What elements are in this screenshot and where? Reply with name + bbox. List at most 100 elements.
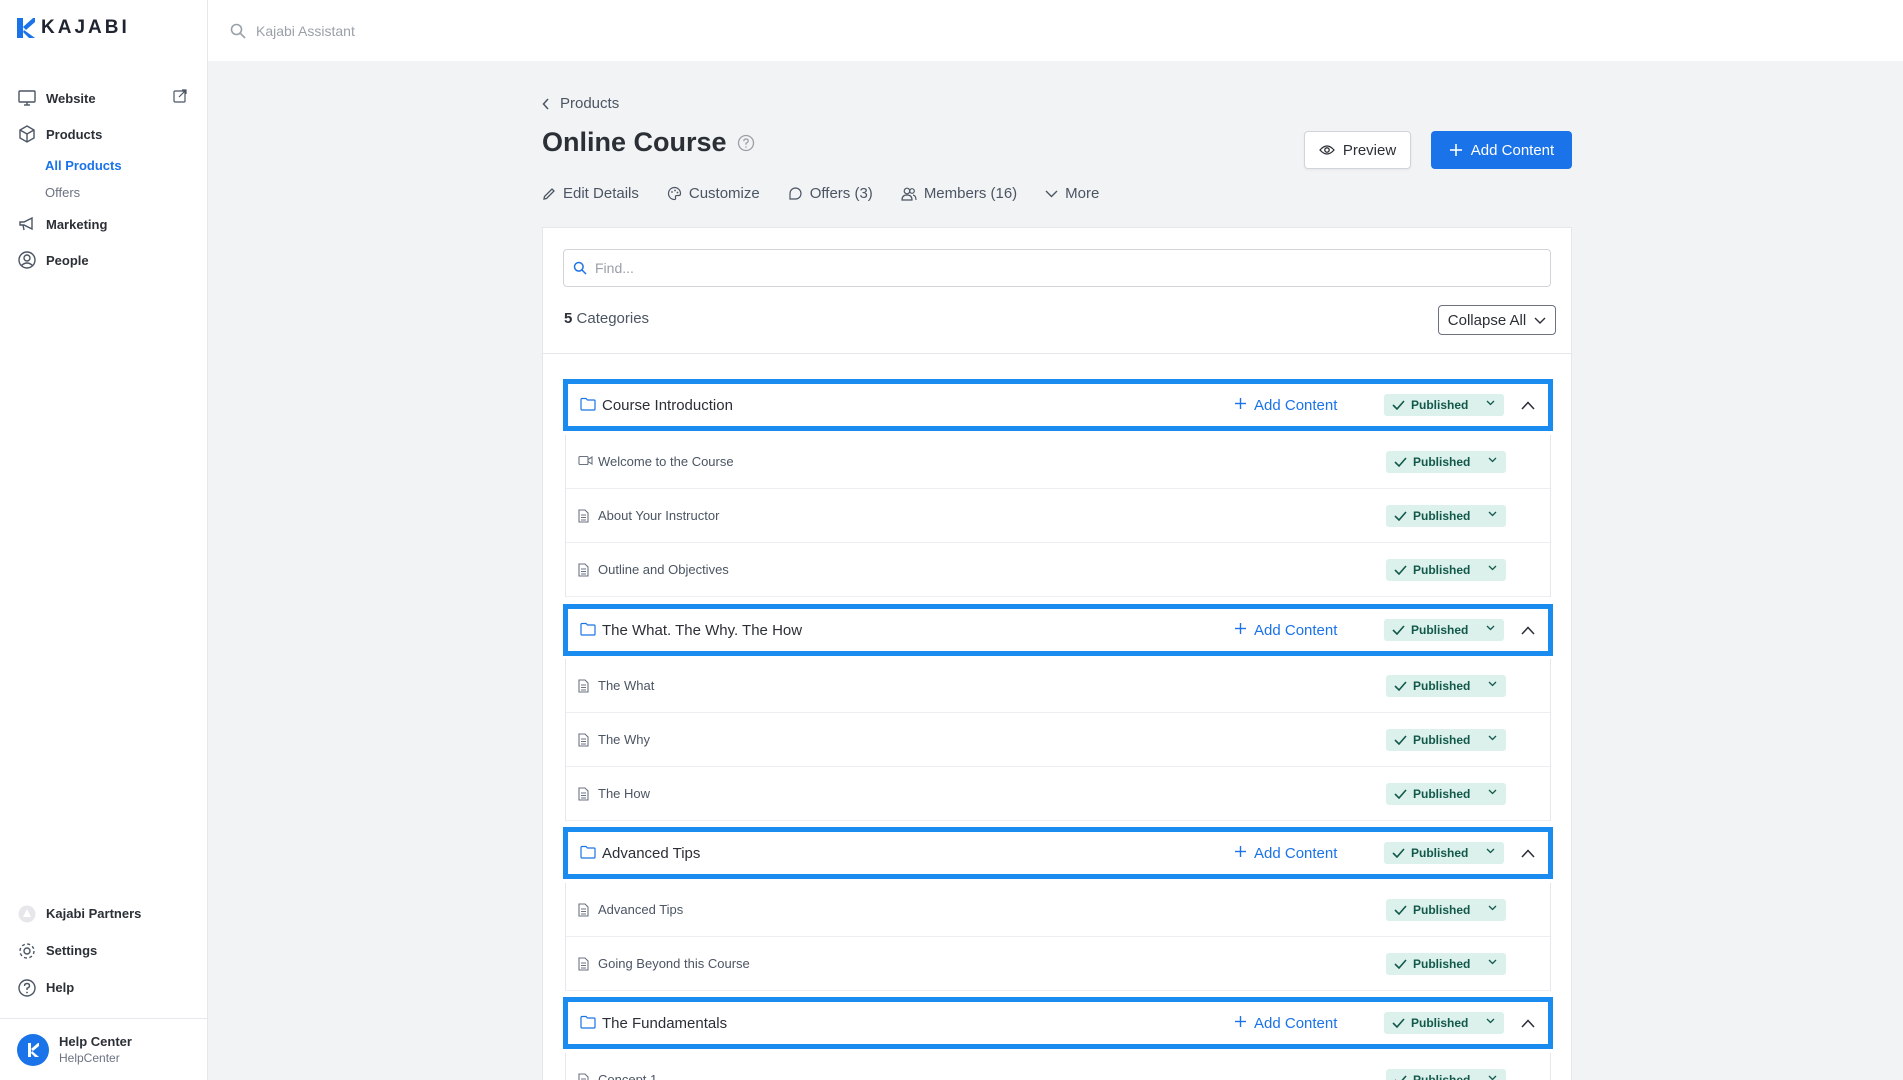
- chevron-down-icon: [1486, 1018, 1495, 1024]
- tab-edit-details[interactable]: Edit Details: [542, 185, 639, 202]
- lesson-row[interactable]: Outline and Objectives Published: [566, 543, 1550, 597]
- tab-label: Edit Details: [563, 185, 639, 202]
- sidebar-subitem-all-products[interactable]: All Products: [0, 152, 207, 179]
- lesson-name: The How: [598, 786, 651, 801]
- chevron-down-icon: [1488, 905, 1497, 911]
- add-content-label: Add Content: [1254, 844, 1338, 862]
- category-add-content-button[interactable]: Add Content: [1234, 845, 1337, 862]
- chevron-down-icon: [1488, 959, 1497, 965]
- add-content-label: Add Content: [1254, 1014, 1338, 1032]
- status-dropdown[interactable]: Published: [1386, 674, 1506, 697]
- tab-customize[interactable]: Customize: [667, 185, 760, 202]
- status-dropdown[interactable]: Published: [1386, 1068, 1506, 1080]
- check-icon: [1394, 564, 1407, 575]
- kajabi-assistant-search[interactable]: Kajabi Assistant: [256, 23, 355, 39]
- kajabi-logo[interactable]: KAJABI: [17, 17, 130, 39]
- find-field[interactable]: [563, 249, 1551, 287]
- chevron-up-icon[interactable]: [1521, 625, 1535, 635]
- sidebar-item-marketing[interactable]: Marketing: [0, 206, 207, 242]
- search-icon: [230, 23, 246, 39]
- category-header[interactable]: Advanced Tips Add Content Published: [563, 827, 1553, 879]
- tab-more[interactable]: More: [1045, 185, 1099, 202]
- check-icon: [1394, 680, 1407, 691]
- chevron-down-icon: [1488, 735, 1497, 741]
- gear-icon: [17, 941, 37, 961]
- status-dropdown[interactable]: Published: [1386, 952, 1506, 975]
- add-content-button[interactable]: Add Content: [1431, 131, 1572, 169]
- lesson-list: Welcome to the Course Published About Your…: [565, 435, 1551, 597]
- status-label: Published: [1411, 623, 1469, 637]
- sidebar-item-products[interactable]: Products: [0, 116, 207, 152]
- category-header[interactable]: The Fundamentals Add Content Published: [563, 997, 1553, 1049]
- status-dropdown[interactable]: Published: [1386, 558, 1506, 581]
- lesson-list: Advanced Tips Published Going Beyond this …: [565, 883, 1551, 991]
- status-dropdown[interactable]: Published: [1386, 504, 1506, 527]
- check-icon: [1394, 958, 1407, 969]
- chevron-down-icon: [1488, 681, 1497, 687]
- help-center-account[interactable]: Help Center HelpCenter: [0, 1018, 207, 1080]
- check-icon: [1392, 625, 1405, 635]
- lesson-row[interactable]: Welcome to the Course Published: [566, 435, 1550, 489]
- sidebar-item-kajabi-partners[interactable]: Kajabi Partners: [0, 895, 207, 932]
- tab-label: Offers (3): [809, 185, 873, 202]
- chevron-down-icon: [1488, 511, 1497, 517]
- find-input[interactable]: [595, 260, 1495, 276]
- sidebar-item-settings[interactable]: Settings: [0, 932, 207, 969]
- category-header[interactable]: Course Introduction Add Content Published: [563, 379, 1553, 431]
- pencil-icon: [543, 187, 555, 200]
- user-circle-icon: [17, 250, 37, 270]
- folder-icon: [580, 397, 596, 416]
- tab-members[interactable]: Members (16): [901, 185, 1017, 202]
- lesson-row[interactable]: The What Published: [566, 659, 1550, 713]
- status-dropdown[interactable]: Published: [1386, 782, 1506, 805]
- breadcrumb[interactable]: Products: [542, 95, 619, 112]
- category-add-content-button[interactable]: Add Content: [1234, 622, 1337, 639]
- category-add-content-button[interactable]: Add Content: [1234, 397, 1337, 414]
- preview-button[interactable]: Preview: [1304, 131, 1411, 169]
- tab-offers[interactable]: Offers (3): [788, 185, 873, 202]
- add-content-label: Add Content: [1254, 396, 1338, 414]
- chevron-up-icon[interactable]: [1521, 848, 1535, 858]
- content-card: 5 Categories Collapse All Course Introdu…: [542, 227, 1572, 1080]
- category-add-content-button[interactable]: Add Content: [1234, 1015, 1337, 1032]
- search-icon: [573, 261, 587, 275]
- collapse-all-button[interactable]: Collapse All: [1438, 305, 1556, 335]
- chevron-down-icon: [1488, 565, 1497, 571]
- lesson-row[interactable]: The How Published: [566, 767, 1550, 821]
- plus-icon: [1449, 144, 1462, 156]
- chevron-up-icon[interactable]: [1521, 1018, 1535, 1028]
- plus-icon: [1234, 845, 1247, 862]
- status-dropdown[interactable]: Published: [1386, 898, 1506, 921]
- status-dropdown[interactable]: Published: [1386, 450, 1506, 473]
- help-circle-icon[interactable]: [737, 134, 755, 152]
- plus-icon: [1234, 1015, 1247, 1032]
- lesson-row[interactable]: The Why Published: [566, 713, 1550, 767]
- status-dropdown[interactable]: Published: [1384, 1012, 1504, 1034]
- document-icon: [578, 957, 589, 971]
- status-dropdown[interactable]: Published: [1384, 394, 1504, 416]
- status-label: Published: [1413, 508, 1471, 523]
- chevron-up-icon[interactable]: [1521, 400, 1535, 410]
- lesson-row[interactable]: Advanced Tips Published: [566, 883, 1550, 937]
- lesson-row[interactable]: Concept 1 Published: [566, 1053, 1550, 1080]
- product-tabs: Edit Details Customize Offers (3) Member…: [542, 185, 1099, 202]
- chevron-down-icon: [1486, 625, 1495, 631]
- external-link-icon[interactable]: [173, 89, 187, 106]
- sidebar-item-website[interactable]: Website: [0, 80, 207, 116]
- category-name: Advanced Tips: [602, 844, 701, 862]
- lesson-name: Going Beyond this Course: [598, 956, 750, 971]
- status-dropdown[interactable]: Published: [1384, 619, 1504, 641]
- sidebar-item-label: Marketing: [46, 216, 108, 232]
- sidebar-item-people[interactable]: People: [0, 242, 207, 278]
- lesson-name: Advanced Tips: [598, 902, 684, 917]
- status-dropdown[interactable]: Published: [1386, 728, 1506, 751]
- breadcrumb-label: Products: [560, 95, 620, 112]
- chevron-down-icon: [1534, 317, 1546, 324]
- status-label: Published: [1413, 454, 1471, 469]
- lesson-row[interactable]: About Your Instructor Published: [566, 489, 1550, 543]
- category-header[interactable]: The What. The Why. The How Add Content Pub…: [563, 604, 1553, 656]
- lesson-row[interactable]: Going Beyond this Course Published: [566, 937, 1550, 991]
- sidebar-subitem-offers[interactable]: Offers: [0, 179, 207, 206]
- status-dropdown[interactable]: Published: [1384, 842, 1504, 864]
- sidebar-item-help[interactable]: Help: [0, 969, 207, 1006]
